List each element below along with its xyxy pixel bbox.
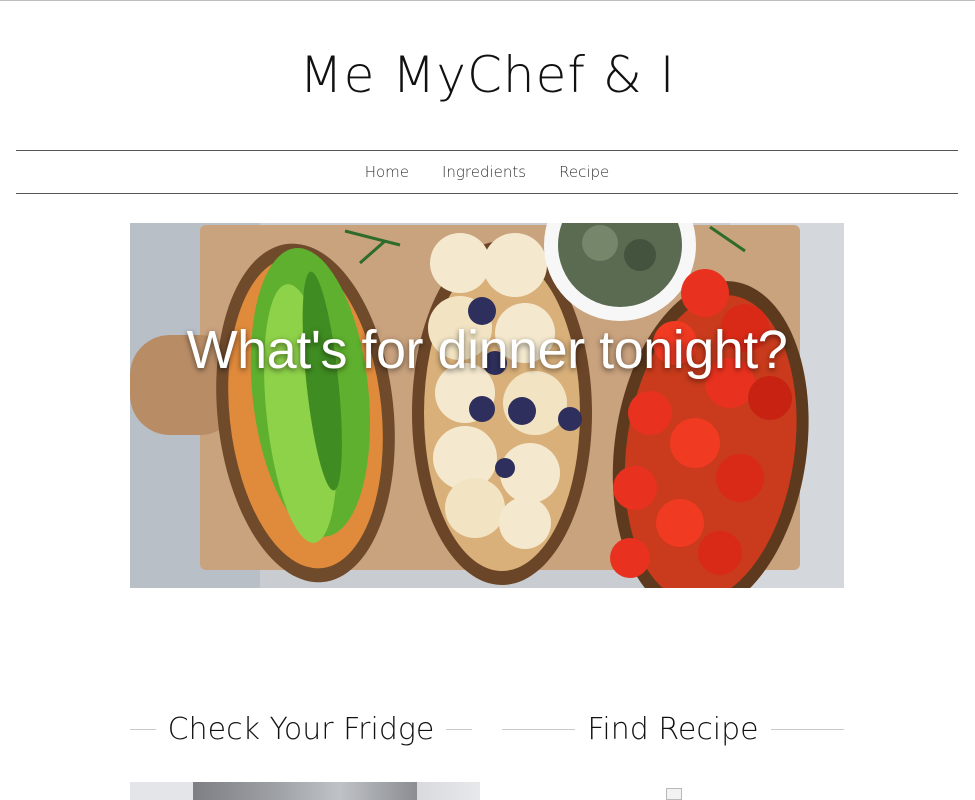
fridge-image[interactable]: [130, 782, 480, 800]
check-fridge-title: Check Your Fridge: [167, 711, 435, 747]
top-border: [0, 0, 975, 1]
nav-recipe-link[interactable]: Recipe: [559, 163, 609, 181]
page: Me MyChef & I Home Ingredients Recipe Wh…: [0, 0, 975, 800]
heading-rule-right: [770, 728, 845, 730]
nav-ingredients-link[interactable]: Ingredients: [442, 163, 526, 181]
broken-image-icon[interactable]: [666, 788, 682, 800]
site-title: Me MyChef & I: [299, 46, 676, 104]
heading-rule-left: [502, 728, 576, 730]
hero-caption: What's for dinner tonight?: [186, 320, 788, 380]
hero-toast-image: [130, 223, 844, 588]
nav-home-link[interactable]: Home: [365, 163, 409, 181]
find-recipe-title: Find Recipe: [587, 711, 759, 747]
find-recipe-heading: Find Recipe: [502, 705, 845, 753]
heading-rule-right: [446, 728, 472, 730]
main-nav: Home Ingredients Recipe: [16, 150, 958, 194]
hero-banner: What's for dinner tonight?: [130, 223, 844, 588]
check-fridge-heading: Check Your Fridge: [130, 705, 472, 753]
heading-rule-left: [130, 728, 156, 730]
